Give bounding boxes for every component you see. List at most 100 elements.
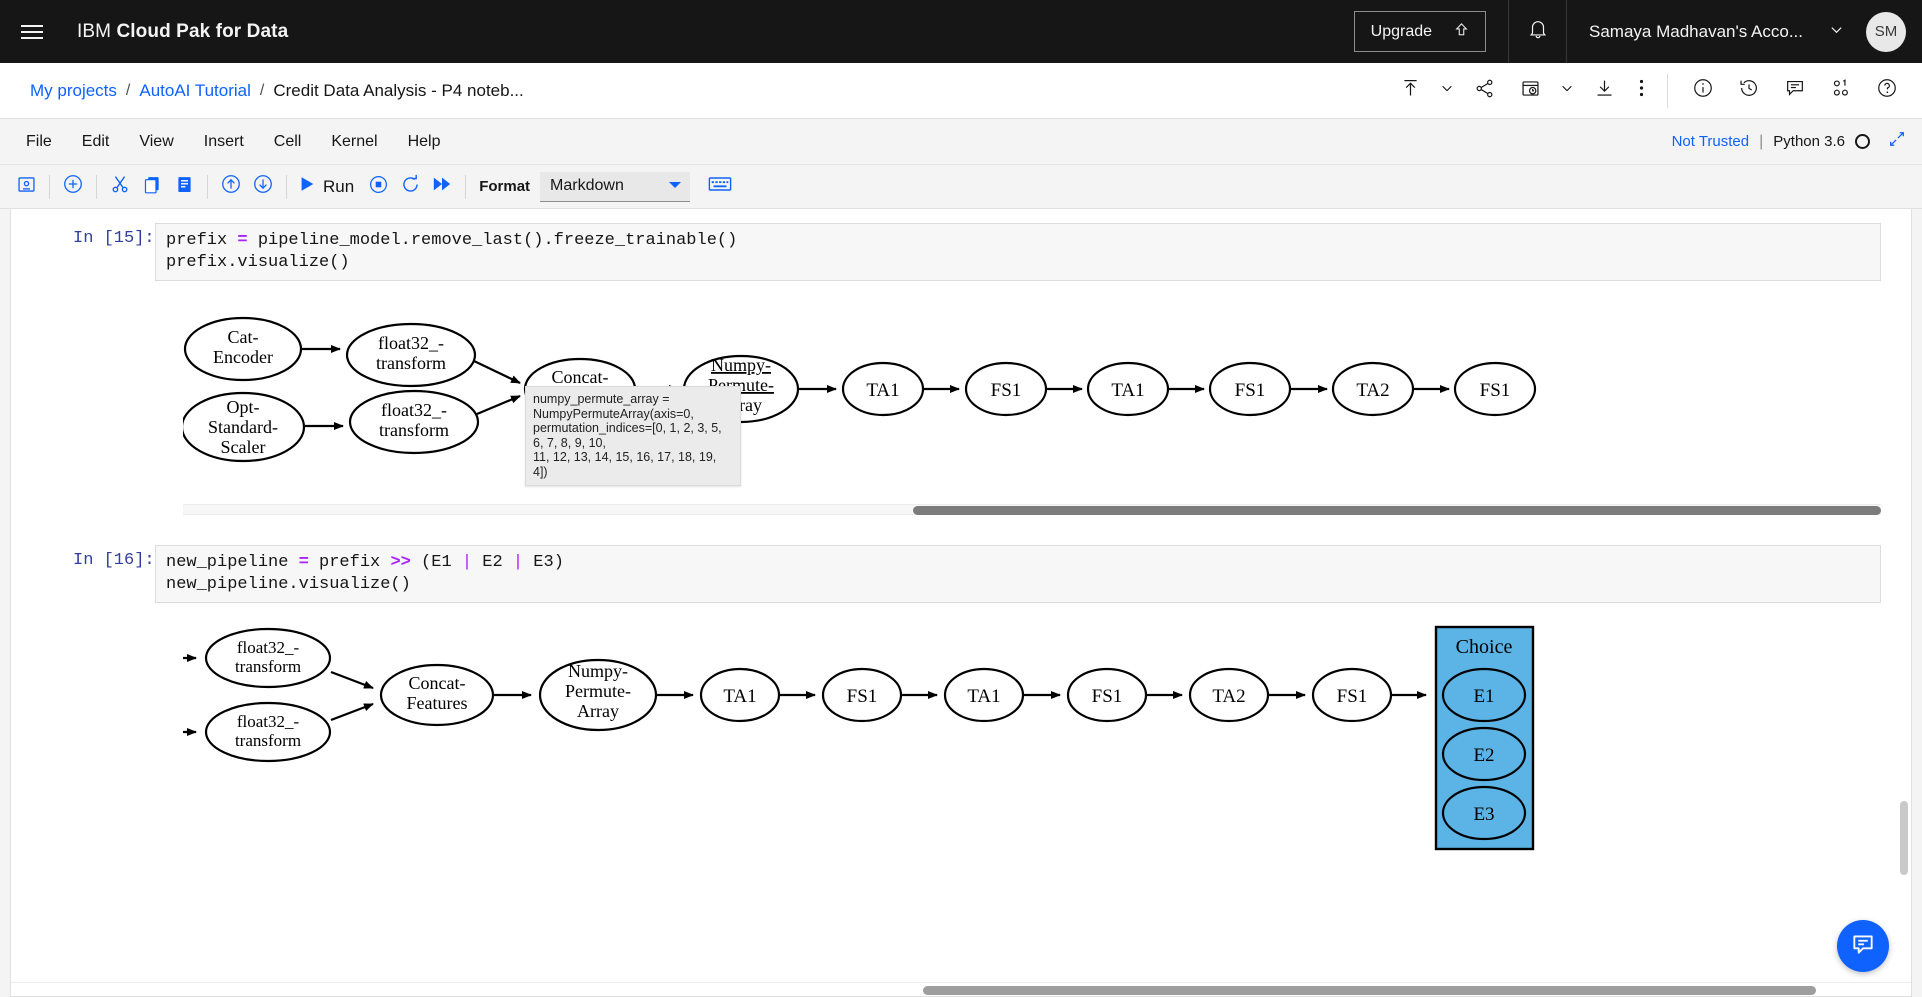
graph-node-fs1-b[interactable]: FS1	[1068, 669, 1146, 721]
move-cell-up-button[interactable]	[215, 172, 247, 202]
help-button[interactable]	[1864, 63, 1910, 119]
menu-edit[interactable]: Edit	[70, 128, 122, 156]
paste-cell-button[interactable]	[168, 172, 200, 202]
menu-cell[interactable]: Cell	[262, 128, 314, 156]
move-cell-down-button[interactable]	[247, 172, 279, 202]
menu-view[interactable]: View	[127, 128, 185, 156]
graph-node-float32-transform-2[interactable]: float32_- transform	[350, 391, 478, 453]
hscrollbar-thumb[interactable]	[923, 986, 1816, 995]
job-button[interactable]	[1507, 63, 1553, 119]
save-checkpoint-button[interactable]	[10, 172, 42, 202]
graph-node-fs1-c[interactable]: FS1	[1455, 363, 1535, 415]
svg-text:Concat-: Concat-	[409, 673, 466, 693]
graph-node-fs1-a[interactable]: FS1	[966, 363, 1046, 415]
restart-run-all-button[interactable]	[426, 172, 458, 202]
notebook-cell-16[interactable]: In [16]: new_pipeline = prefix >> (E1 | …	[11, 531, 1911, 885]
graph-node-ta1-b[interactable]: TA1	[945, 669, 1023, 721]
cell-source-16[interactable]: new_pipeline = prefix >> (E1 | E2 | E3) …	[155, 545, 1881, 603]
interrupt-kernel-button[interactable]	[362, 172, 394, 202]
graph-node-e1[interactable]: E1	[1443, 669, 1525, 721]
graph-node-e2[interactable]: E2	[1443, 728, 1525, 780]
action-divider	[1667, 74, 1668, 108]
cell-source-15[interactable]: prefix = pipeline_model.remove_last().fr…	[155, 223, 1881, 281]
toolbar-divider-3	[207, 175, 208, 199]
expand-icon[interactable]	[1888, 130, 1906, 153]
graph-node-fs1-a[interactable]: FS1	[823, 669, 901, 721]
versions-button[interactable]	[1818, 63, 1864, 119]
run-cell-button[interactable]: Run	[294, 175, 362, 198]
cell-format-select[interactable]: Markdown	[540, 172, 690, 202]
cut-cell-button[interactable]	[104, 172, 136, 202]
overflow-menu-button[interactable]	[1627, 63, 1655, 119]
app-brand[interactable]: IBM Cloud Pak for Data	[77, 21, 288, 43]
graph-node-numpy-permute-array[interactable]: Numpy- Permute- Array	[540, 660, 656, 730]
notebook-vscrollbar[interactable]	[1899, 209, 1909, 996]
cell-output-graph-1: Cat- Encoder Opt- Standard- Scaler float…	[11, 281, 1911, 494]
graph-choice-container[interactable]: Choice E1 E2 E3	[1436, 627, 1533, 849]
breadcrumb-item-my-projects[interactable]: My projects	[30, 81, 117, 101]
graph-node-float32-transform-1[interactable]: float32_- transform	[347, 324, 475, 386]
chat-icon	[1850, 931, 1876, 962]
notebook-menu-bar: File Edit View Insert Cell Kernel Help N…	[0, 119, 1922, 165]
comments-button[interactable]	[1772, 63, 1818, 119]
svg-text:E2: E2	[1473, 745, 1494, 766]
cell-output-hscrollbar-2[interactable]	[11, 982, 1911, 996]
breadcrumb-item-autoai-tutorial[interactable]: AutoAI Tutorial	[139, 81, 251, 101]
kernel-name-label: Python 3.6	[1773, 133, 1845, 150]
graph-node-ta1-a[interactable]: TA1	[843, 363, 923, 415]
graph-node-fs1-b[interactable]: FS1	[1210, 363, 1290, 415]
menu-insert[interactable]: Insert	[192, 128, 256, 156]
keyboard-shortcuts-button[interactable]	[704, 172, 736, 202]
restart-kernel-button[interactable]	[394, 172, 426, 202]
menu-file[interactable]: File	[14, 128, 64, 156]
graph-node-float32-transform-1[interactable]: float32_- transform	[206, 629, 330, 687]
graph-node-ta1-a[interactable]: TA1	[701, 669, 779, 721]
avatar[interactable]: SM	[1866, 12, 1906, 52]
graph-node-ta1-b[interactable]: TA1	[1088, 363, 1168, 415]
upgrade-label: Upgrade	[1371, 23, 1432, 41]
cell-output-hscrollbar-1[interactable]	[183, 504, 1881, 515]
account-switcher[interactable]: Samaya Madhavan's Acco...	[1567, 0, 1862, 63]
menu-kernel[interactable]: Kernel	[319, 128, 389, 156]
graph-node-e3[interactable]: E3	[1443, 787, 1525, 839]
graph-node-fs1-c[interactable]: FS1	[1313, 669, 1391, 721]
fast-forward-icon	[432, 174, 452, 199]
graph-node-opt-standard-scaler[interactable]: Opt- Standard- Scaler	[183, 393, 304, 461]
vscrollbar-thumb[interactable]	[1900, 801, 1908, 875]
toolbar-divider-4	[286, 175, 287, 199]
svg-text:transform: transform	[235, 731, 301, 750]
download-button[interactable]	[1581, 63, 1627, 119]
svg-text:TA1: TA1	[723, 686, 756, 707]
upgrade-button[interactable]: Upgrade	[1354, 11, 1486, 52]
hamburger-menu-button[interactable]	[0, 0, 63, 63]
graph-node-float32-transform-2[interactable]: float32_- transform	[206, 703, 330, 761]
toolbar-divider-2	[96, 175, 97, 199]
breadcrumb-separator-1: /	[126, 82, 130, 100]
svg-text:Encoder: Encoder	[213, 347, 273, 367]
history-button[interactable]	[1726, 63, 1772, 119]
svg-text:float32_-: float32_-	[378, 333, 444, 353]
share-button[interactable]	[1461, 63, 1507, 119]
info-button[interactable]	[1680, 63, 1726, 119]
history-icon	[1738, 77, 1760, 104]
chat-support-button[interactable]	[1837, 920, 1889, 972]
graph-node-ta2[interactable]: TA2	[1190, 669, 1268, 721]
cell-prompt-in-16: In [16]:	[73, 545, 155, 570]
job-dropdown-button[interactable]	[1553, 63, 1581, 119]
menu-help[interactable]: Help	[396, 128, 453, 156]
graph-node-concat-features[interactable]: Concat- Features	[381, 665, 493, 725]
promote-dropdown-button[interactable]	[1433, 63, 1461, 119]
kebab-icon	[1639, 78, 1644, 103]
notebook-cell-15[interactable]: In [15]: prefix = pipeline_model.remove_…	[11, 209, 1911, 515]
hamburger-icon	[21, 21, 43, 43]
trust-status-badge[interactable]: Not Trusted	[1672, 133, 1750, 150]
promote-button[interactable]	[1387, 63, 1433, 119]
graph-node-ta2[interactable]: TA2	[1333, 363, 1413, 415]
notifications-button[interactable]	[1509, 0, 1566, 63]
graph-node-cat-encoder[interactable]: Cat- Encoder	[185, 318, 301, 380]
toolbar-divider-5	[465, 175, 466, 199]
insert-cell-button[interactable]	[57, 172, 89, 202]
hscrollbar-thumb[interactable]	[913, 506, 1881, 515]
arrow-down-circle-icon	[252, 173, 274, 200]
copy-cell-button[interactable]	[136, 172, 168, 202]
